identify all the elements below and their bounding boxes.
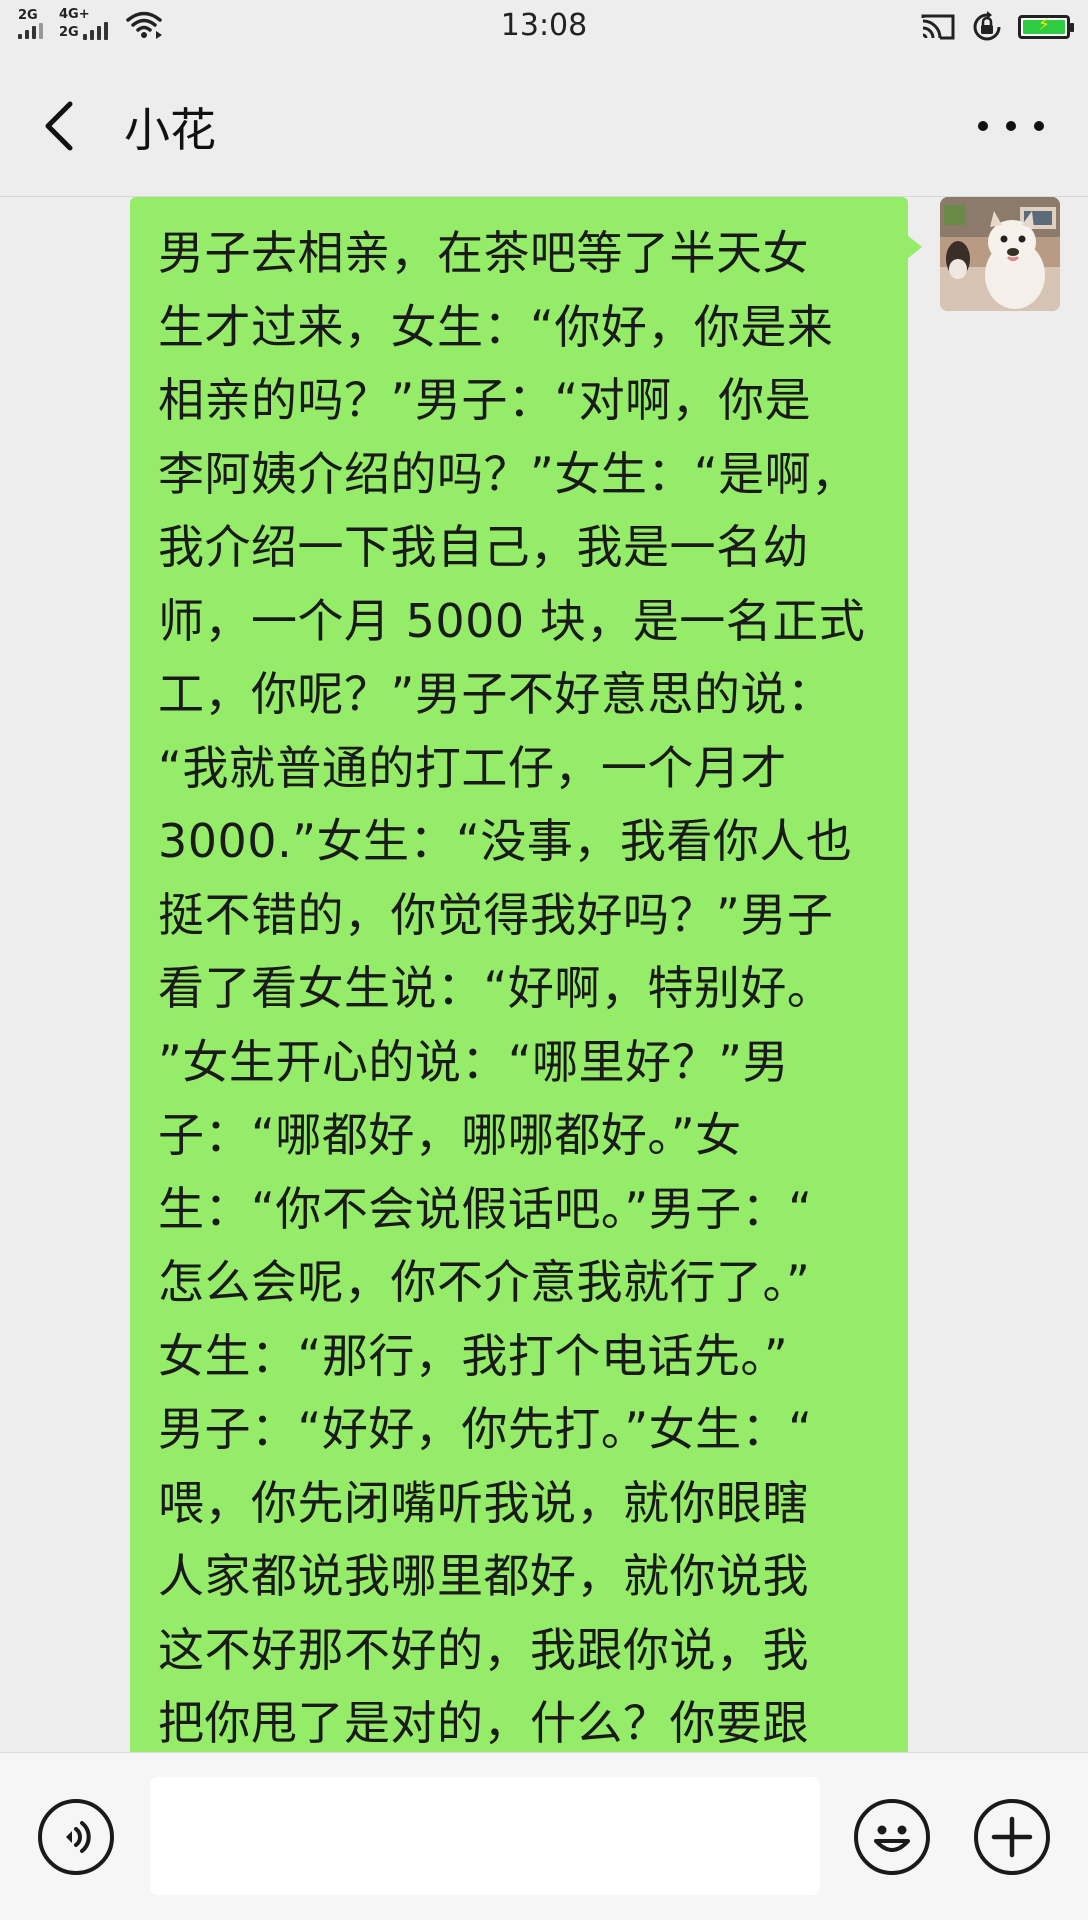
message-line: 把你甩了是对的，什么？你要跟 (158, 1696, 809, 1750)
cast-icon (921, 14, 955, 40)
voice-icon (66, 1821, 91, 1853)
avatar[interactable] (940, 197, 1060, 311)
message-line: 看了看女生说：“好啊，特别好。 (158, 961, 834, 1015)
plus-icon (991, 1816, 1033, 1858)
message-line: 挺不错的，你觉得我好吗？”男子 (158, 887, 834, 942)
dog-avatar-image (940, 197, 1060, 311)
battery-icon: ⚡ (1018, 15, 1074, 39)
message-line: 生才过来，女生：“你好，你是来 (158, 299, 834, 354)
emoji-icon (874, 1825, 910, 1852)
message-line: “我就普通的打工仔，一个月才 (158, 740, 787, 795)
message-line: 这不好那不好的，我跟你说，我 (158, 1622, 809, 1677)
message-line: 3000.”女生：“没事，我看你人也 (158, 814, 853, 868)
message-line: 生：“你不会说假话吧。”男子：“ (158, 1181, 813, 1236)
message-list[interactable]: 男子去相亲，在茶吧等了半天女 生才过来，女生：“你好，你是来 相亲的吗？”男子：“对… (0, 197, 1088, 1752)
back-button[interactable] (38, 96, 88, 156)
message-bubble[interactable]: 男子去相亲，在茶吧等了半天女 生才过来，女生：“你好，你是来 相亲的吗？”男子：“对… (130, 197, 922, 1752)
chat-screen: 2G 4G+ 2G 13:08 ⚡ 小花 男子去相亲，在茶吧等了半天女 生才过来… (0, 0, 1088, 1920)
message-text: 男子去相亲，在茶吧等了半天女 生才过来，女生：“你好，你是来 相亲的吗？”男子：“对… (158, 217, 884, 1752)
more-icon (978, 121, 988, 131)
chat-header: 小花 (0, 56, 1088, 197)
message-line: 相亲的吗？”男子：“对啊，你是 (158, 373, 812, 427)
message-line: 我介绍一下我自己，我是一名幼 (158, 520, 809, 574)
status-icons: ⚡ (920, 10, 1074, 44)
message-line: 男子：“好好，你先打。”女生：“ (158, 1402, 813, 1456)
message-line: 师，一个月 5000 块，是一名正式 (158, 593, 866, 648)
voice-button[interactable] (38, 1799, 114, 1875)
input-bar (0, 1752, 1088, 1920)
message-line: 工，你呢？”男子不好意思的说： (158, 667, 834, 721)
rotation-lock-icon (973, 11, 1001, 41)
message-line: 人家都说我哪里都好，就你说我 (158, 1549, 809, 1603)
message-line: 子：“哪都好，哪哪都好。”女 (158, 1108, 742, 1162)
message-line: 女生：“那行，我打个电话先。” (158, 1328, 789, 1383)
message-line: 喂，你先闭嘴听我说，就你眼瞎 (158, 1475, 809, 1530)
message-line: 男子去相亲，在茶吧等了半天女 (158, 226, 809, 280)
chat-title: 小花 (124, 103, 216, 157)
more-button[interactable] (978, 106, 1044, 146)
message-line: 李阿姨介绍的吗？”女生：“是啊， (158, 446, 858, 501)
message-line: 怎么会呢，你不介意我就行了。” (158, 1255, 811, 1309)
message-input[interactable] (150, 1777, 820, 1895)
charging-bolt-icon: ⚡ (1038, 15, 1050, 35)
message-line: ”女生开心的说：“哪里好？”男 (158, 1034, 789, 1089)
plus-button[interactable] (974, 1799, 1050, 1875)
status-bar: 2G 4G+ 2G 13:08 ⚡ (0, 0, 1088, 56)
emoji-button[interactable] (854, 1799, 930, 1875)
chevron-left-icon (45, 101, 73, 151)
